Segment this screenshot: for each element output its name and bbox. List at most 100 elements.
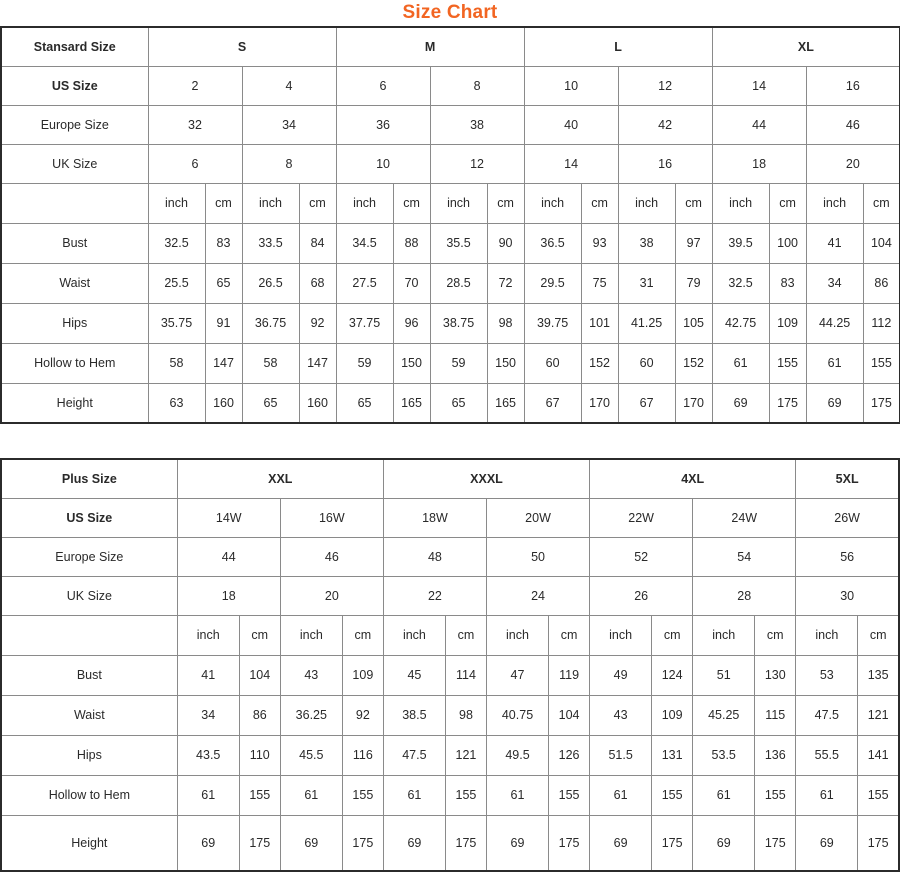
- cell-value: 131: [651, 734, 694, 776]
- cell-value: 69: [589, 814, 653, 872]
- cell-value: 44: [176, 536, 281, 577]
- cell-value: 32.5: [147, 222, 206, 264]
- cell-value: 86: [238, 694, 281, 736]
- cell-value: 175: [857, 814, 900, 872]
- page-title: Size Chart: [402, 2, 498, 23]
- unit-cm-cell: cm: [651, 614, 694, 656]
- cell-value: 92: [341, 694, 384, 736]
- cell-value: 155: [768, 342, 807, 384]
- cell-value: 126: [548, 734, 591, 776]
- cell-value: 86: [862, 262, 900, 304]
- cell-value: 69: [805, 382, 864, 424]
- cell-value: 47: [485, 654, 550, 696]
- size-group-cell-4xl: 4XL: [589, 458, 797, 499]
- table-row: Hips 43.5 110 45.5 116 47.5 121 49.5 126 51.5 131 5…: [0, 734, 900, 776]
- cell-value: 59: [335, 342, 394, 384]
- cell-value: 65: [429, 382, 488, 424]
- cell-value: 130: [754, 654, 797, 696]
- cell-value: 165: [392, 382, 431, 424]
- cell-value: 101: [580, 302, 619, 344]
- cell-value: 90: [486, 222, 525, 264]
- cell-value: 54: [692, 536, 797, 577]
- cell-value: 36.75: [241, 302, 300, 344]
- table-row: Height 69 175 69 175 69 175 69 175 69 175 69 175 69 17…: [0, 814, 900, 872]
- row-label-uk-size: UK Size: [0, 143, 149, 184]
- cell-value: 60: [617, 342, 676, 384]
- row-label-hollow-to-hem: Hollow to Hem: [0, 774, 178, 816]
- table-row: UK Size 6 8 10 12 14 16 18 20: [0, 143, 900, 184]
- cell-value: 75: [580, 262, 619, 304]
- table-row: Hips 35.75 91 36.75 92 37.75 96 38.75 98 39.75 101…: [0, 302, 900, 344]
- cell-value: 49: [589, 654, 653, 696]
- row-label-uk-size: UK Size: [0, 575, 178, 616]
- cell-value: 69: [382, 814, 446, 872]
- cell-value: 10: [523, 65, 619, 106]
- cell-value: 34.5: [335, 222, 394, 264]
- cell-value: 61: [485, 774, 550, 816]
- cell-value: 104: [862, 222, 900, 264]
- cell-value: 114: [444, 654, 487, 696]
- table-row: Hollow to Hem 61 155 61 155 61 155 61 155 61 155 61…: [0, 774, 900, 816]
- cell-value: 58: [147, 342, 206, 384]
- cell-value: 69: [795, 814, 859, 872]
- cell-value: 100: [768, 222, 807, 264]
- cell-value: 83: [204, 222, 243, 264]
- cell-value: 46: [279, 536, 384, 577]
- cell-value: 29.5: [523, 262, 582, 304]
- unit-cm-cell: cm: [392, 182, 431, 224]
- cell-value: 165: [486, 382, 525, 424]
- cell-value: 70: [392, 262, 431, 304]
- cell-value: 175: [862, 382, 900, 424]
- unit-cm-cell: cm: [580, 182, 619, 224]
- cell-value: 55.5: [795, 734, 859, 776]
- cell-value: 42.75: [711, 302, 770, 344]
- cell-value: 69: [176, 814, 240, 872]
- size-group-cell-5xl: 5XL: [795, 458, 900, 499]
- cell-value: 115: [754, 694, 797, 736]
- cell-value: 155: [857, 774, 900, 816]
- cell-value: 175: [754, 814, 797, 872]
- unit-cm-cell: cm: [674, 182, 713, 224]
- table-row: Europe Size 32 34 36 38 40 42 44 46: [0, 104, 900, 145]
- cell-value: 63: [147, 382, 206, 424]
- cell-value: 41: [805, 222, 864, 264]
- cell-value: 38.75: [429, 302, 488, 344]
- cell-value: 36.5: [523, 222, 582, 264]
- cell-value: 61: [692, 774, 756, 816]
- unit-cm-cell: cm: [754, 614, 797, 656]
- cell-value: 47.5: [382, 734, 446, 776]
- unit-cm-cell: cm: [298, 182, 337, 224]
- cell-value: 116: [341, 734, 384, 776]
- table-row: Height 63 160 65 160 65 165 65 165 67 170 67 170 69 17…: [0, 382, 900, 424]
- unit-inch-cell: inch: [241, 182, 300, 224]
- cell-value: 18W: [382, 497, 487, 538]
- cell-value: 25.5: [147, 262, 206, 304]
- cell-value: 170: [674, 382, 713, 424]
- cell-value: 49.5: [485, 734, 550, 776]
- cell-value: 67: [617, 382, 676, 424]
- cell-value: 14: [523, 143, 619, 184]
- cell-value: 58: [241, 342, 300, 384]
- table-row: Bust 41 104 43 109 45 114 47 119 49 124 51 130 53 135: [0, 654, 900, 696]
- cell-value: 51: [692, 654, 756, 696]
- cell-value: 109: [341, 654, 384, 696]
- cell-value: 40.75: [485, 694, 550, 736]
- cell-value: 65: [204, 262, 243, 304]
- cell-value: 155: [341, 774, 384, 816]
- cell-value: 61: [711, 342, 770, 384]
- cell-value: 36.25: [279, 694, 343, 736]
- standard-size-table: Stansard Size S M L XL US Size 2 4 6 8 10 12 14 16 Eur…: [0, 26, 900, 424]
- table-row: US Size 14W 16W 18W 20W 22W 24W 26W: [0, 497, 900, 538]
- unit-cm-cell: cm: [768, 182, 807, 224]
- cell-value: 36: [335, 104, 431, 145]
- cell-value: 45.5: [279, 734, 343, 776]
- cell-value: 136: [754, 734, 797, 776]
- unit-cm-cell: cm: [857, 614, 900, 656]
- cell-value: 119: [548, 654, 591, 696]
- cell-value: 20: [805, 143, 900, 184]
- cell-value: 98: [486, 302, 525, 344]
- cell-value: 69: [711, 382, 770, 424]
- cell-value: 69: [485, 814, 550, 872]
- cell-value: 6: [335, 65, 431, 106]
- unit-cm-cell: cm: [204, 182, 243, 224]
